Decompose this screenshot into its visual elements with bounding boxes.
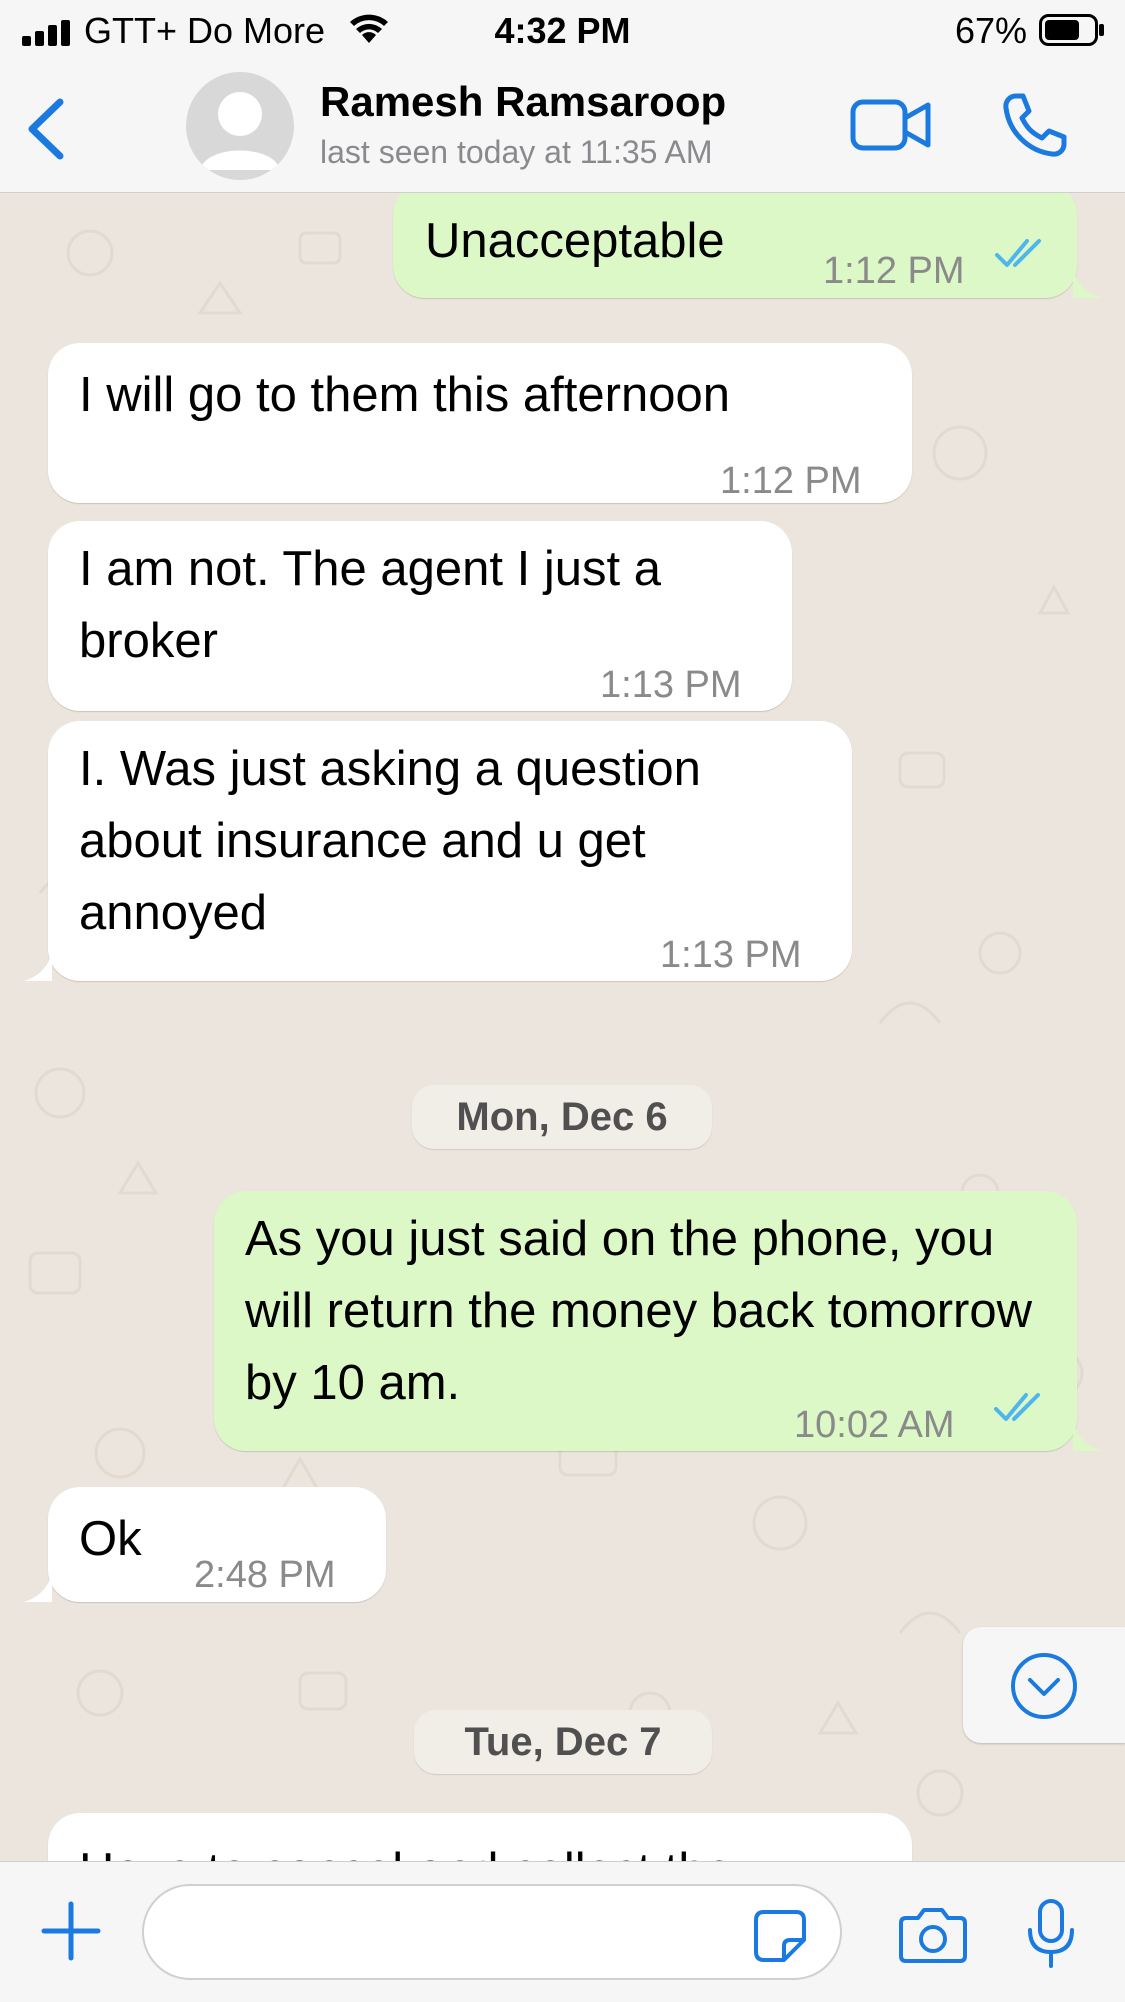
- contact-name[interactable]: Ramesh Ramsaroop: [320, 78, 726, 126]
- signal-icon: [22, 20, 74, 46]
- chevron-down-icon: [1011, 1653, 1077, 1719]
- message-incoming[interactable]: Ok 2:48 PM: [48, 1487, 386, 1602]
- message-time: 1:12 PM: [823, 250, 965, 292]
- message-incoming[interactable]: I am not. The agent I just a broker 1:13…: [48, 521, 792, 711]
- message-text-line: I. Was just asking a question about insu…: [79, 742, 701, 940]
- message-incoming[interactable]: I. Was just asking a question about insu…: [48, 721, 852, 981]
- message-incoming[interactable]: I will go to them this afternoon 1:12 PM: [48, 343, 912, 503]
- bubble-tail: [24, 953, 52, 981]
- chat-area[interactable]: Unacceptable 1:12 PM I will go to them t…: [0, 193, 1125, 1861]
- date-separator: Mon, Dec 6: [412, 1085, 712, 1149]
- carrier-name: GTT+ Do More: [84, 10, 326, 51]
- message-time: 2:48 PM: [194, 1554, 336, 1596]
- date-separator: Tue, Dec 7: [414, 1710, 712, 1774]
- plus-icon[interactable]: [40, 1900, 102, 1962]
- message-text: Ok: [79, 1512, 142, 1566]
- message-time: 1:12 PM: [720, 460, 862, 502]
- message-text: Have to cancel and collect the: [79, 1835, 733, 1861]
- message-text: I will go to them this afternoon: [79, 368, 730, 422]
- chat-header: Ramesh Ramsaroop last seen today at 11:3…: [0, 60, 1125, 193]
- message-time: 1:13 PM: [660, 934, 802, 976]
- message-outgoing[interactable]: As you just said on the phone, you will …: [214, 1191, 1077, 1451]
- message-text: Unacceptable: [425, 214, 725, 268]
- message-text: I. Was just asking a question about insu…: [79, 733, 829, 949]
- read-receipt-icon: [994, 1393, 1040, 1421]
- message-text-line: I am not. The agent I just a broker: [79, 542, 661, 668]
- message-outgoing[interactable]: Unacceptable 1:12 PM: [393, 193, 1077, 298]
- message-time: 10:02 AM: [794, 1404, 955, 1446]
- battery-icon: [1039, 14, 1104, 46]
- bubble-tail: [1073, 1423, 1103, 1451]
- read-receipt-icon: [995, 239, 1041, 267]
- status-bar: GTT+ Do More 4:32 PM 67%: [0, 0, 1125, 60]
- battery-percent: 67%: [954, 10, 1027, 51]
- avatar[interactable]: [186, 72, 294, 180]
- message-text: As you just said on the phone, you will …: [245, 1203, 1045, 1419]
- bubble-tail: [24, 1574, 52, 1602]
- bubble-tail: [1073, 270, 1103, 298]
- sticker-icon[interactable]: [752, 1908, 808, 1964]
- message-time: 1:13 PM: [600, 664, 742, 706]
- default-avatar-icon: [200, 92, 280, 170]
- scroll-to-bottom-button[interactable]: [963, 1627, 1125, 1743]
- message-incoming[interactable]: Have to cancel and collect the: [48, 1813, 912, 1861]
- microphone-icon[interactable]: [1025, 1898, 1077, 1970]
- last-seen-status: last seen today at 11:35 AM: [320, 134, 713, 170]
- message-input-bar: [0, 1861, 1125, 2002]
- wifi-icon: [350, 14, 388, 43]
- message-input[interactable]: [142, 1884, 842, 1980]
- message-text-line: As you just said on the phone, you will …: [245, 1212, 1033, 1410]
- video-call-icon[interactable]: [850, 96, 932, 154]
- back-icon[interactable]: [22, 96, 68, 162]
- camera-icon[interactable]: [898, 1906, 968, 1964]
- voice-call-icon[interactable]: [1000, 90, 1070, 160]
